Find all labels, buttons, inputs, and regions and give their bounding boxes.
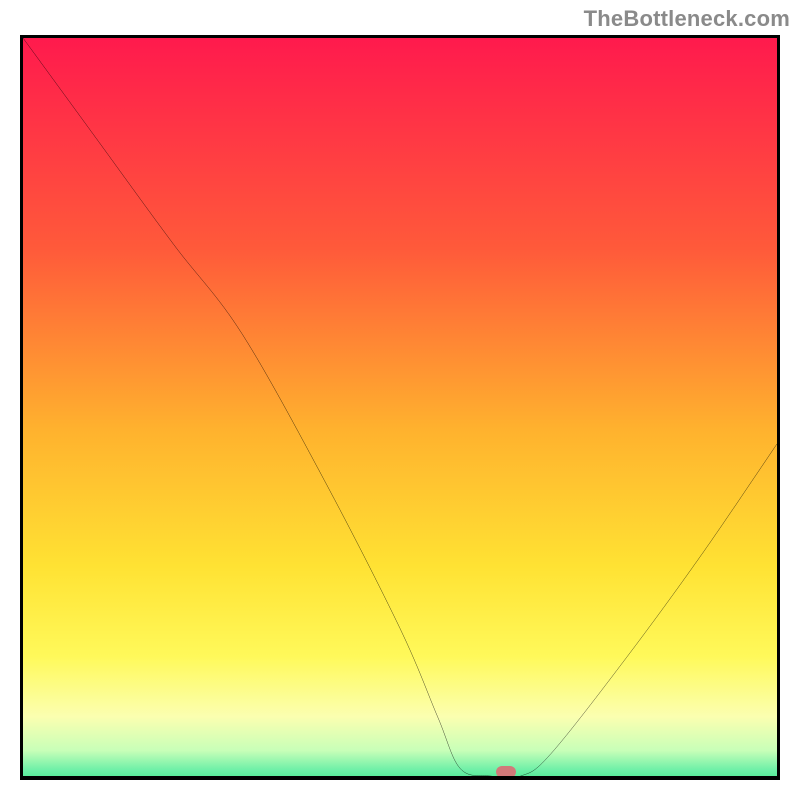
chart-container: TheBottleneck.com [0, 0, 800, 800]
attribution-label: TheBottleneck.com [584, 6, 790, 32]
bottleneck-curve [23, 38, 777, 776]
optimal-marker [496, 766, 516, 778]
plot-area [20, 35, 780, 780]
